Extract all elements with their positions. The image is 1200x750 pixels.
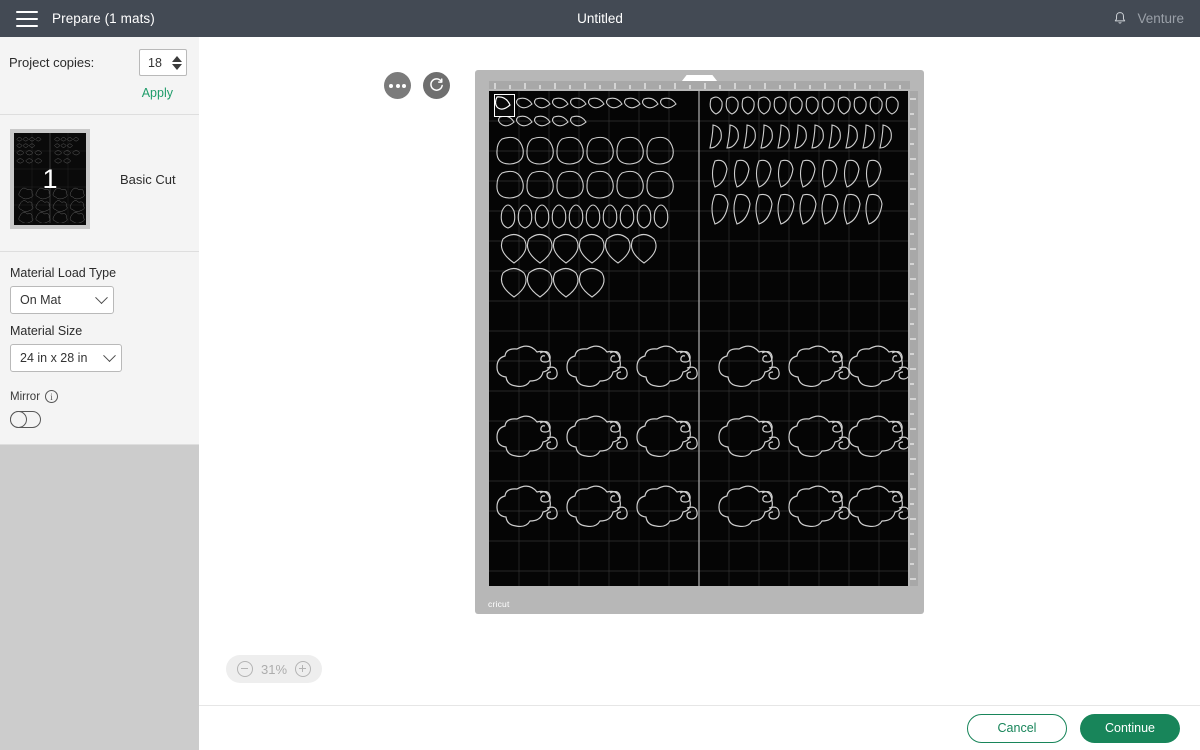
mat-more-options-button[interactable] (384, 72, 411, 99)
mirror-toggle[interactable] (10, 410, 41, 428)
mat-design-area[interactable] (489, 91, 908, 586)
selected-shape-preview (494, 96, 511, 110)
cricut-brand-label: cricut (488, 599, 510, 609)
cutting-mat[interactable]: cricut (475, 70, 924, 614)
mat-operation-label: Basic Cut (120, 171, 176, 187)
screen-title: Prepare (1 mats) (52, 11, 155, 26)
bell-icon[interactable] (1112, 10, 1128, 27)
zoom-level: 31% (261, 661, 288, 677)
left-sidebar: Project copies: 18 Apply 1 Basic Cut Mat… (0, 37, 199, 750)
material-options-panel: Material Load Type On Mat Material Size … (0, 252, 199, 445)
mirror-toggle-knob (10, 410, 27, 428)
zoom-control: 31% (226, 655, 323, 683)
cancel-button[interactable]: Cancel (967, 713, 1067, 743)
material-size-value: 24 in x 28 in (20, 351, 88, 365)
footer-actions: Cancel Continue (199, 705, 1200, 750)
apply-button[interactable]: Apply (142, 86, 173, 100)
mat-number: 1 (42, 163, 58, 194)
mirror-row: Mirror i (10, 390, 189, 403)
ellipsis-icon (389, 83, 406, 88)
zoom-out-icon[interactable] (237, 661, 253, 677)
mat-summary-panel[interactable]: 1 Basic Cut (0, 115, 199, 252)
stepper-increment-icon[interactable] (171, 55, 182, 62)
stepper-arrows (170, 50, 186, 75)
mat-grid (489, 91, 908, 586)
project-copies-stepper[interactable]: 18 (139, 49, 187, 76)
mirror-label: Mirror (10, 390, 41, 403)
project-copies-panel: Project copies: 18 Apply (0, 37, 199, 115)
chevron-down-icon (103, 348, 116, 362)
topbar-right-group: Venture (1112, 0, 1184, 37)
rotate-icon (430, 78, 443, 91)
top-bar: Prepare (1 mats) (0, 0, 1200, 37)
account-name[interactable]: Venture (1137, 11, 1184, 26)
continue-button[interactable]: Continue (1080, 713, 1180, 743)
zoom-in-icon[interactable] (295, 661, 312, 677)
mat-rotate-button[interactable] (423, 72, 450, 99)
project-copies-label: Project copies: (9, 55, 95, 70)
mat-thumbnail[interactable]: 1 (10, 129, 90, 229)
material-size-label: Material Size (10, 324, 83, 338)
vertical-ruler (910, 91, 918, 586)
chevron-down-icon (95, 290, 108, 304)
horizontal-ruler (489, 81, 910, 89)
hamburger-menu-icon[interactable] (16, 10, 38, 27)
material-size-select[interactable]: 24 in x 28 in (10, 344, 122, 372)
project-copies-value[interactable]: 18 (140, 56, 170, 70)
material-load-type-label: Material Load Type (10, 266, 117, 280)
info-icon[interactable]: i (45, 390, 59, 403)
selected-shape-handle[interactable] (494, 94, 515, 117)
material-load-type-value: On Mat (20, 293, 61, 307)
mat-canvas[interactable]: cricut 31% (199, 37, 1200, 705)
stepper-decrement-icon[interactable] (171, 63, 182, 70)
app-root: Prepare (1 mats) Untitled Venture Projec… (0, 0, 1200, 750)
material-load-type-select[interactable]: On Mat (10, 286, 114, 314)
